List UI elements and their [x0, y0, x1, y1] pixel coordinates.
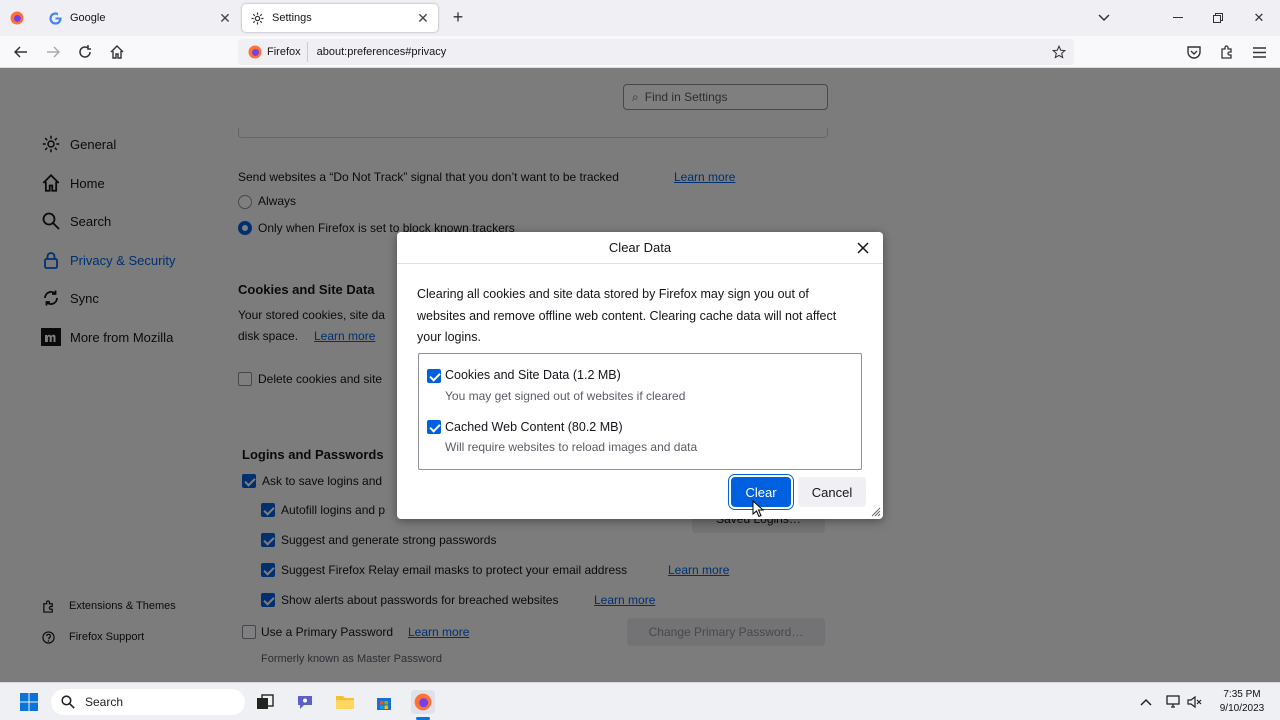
bookmark-star-icon[interactable]: [1050, 43, 1068, 61]
clock-date: 9/10/2023: [1219, 703, 1265, 714]
cached-content-checkbox[interactable]: [427, 420, 441, 434]
firefox-logo-icon: [248, 45, 262, 59]
dialog-title: Clear Data: [397, 232, 883, 264]
google-icon: [48, 11, 62, 25]
url-bar[interactable]: Firefox about:preferences#privacy: [238, 39, 1074, 65]
clear-data-dialog: Clear Data Clearing all cookies and site…: [397, 232, 883, 519]
clock-time: 7:35 PM: [1223, 689, 1261, 700]
tab-google[interactable]: Google ✕: [40, 4, 240, 32]
identity-label: Firefox: [267, 46, 301, 58]
tab-label: Google: [70, 12, 106, 24]
microsoft-store-icon[interactable]: [372, 690, 396, 714]
extensions-icon[interactable]: [1216, 42, 1238, 62]
list-all-tabs-icon[interactable]: [1093, 8, 1115, 28]
cookies-site-data-note: You may get signed out of websites if cl…: [445, 389, 686, 403]
home-icon[interactable]: [106, 42, 128, 62]
back-icon[interactable]: [10, 42, 32, 62]
menu-icon[interactable]: [1248, 42, 1270, 62]
cookies-site-data-label[interactable]: Cookies and Site Data (1.2 MB): [445, 368, 621, 382]
windows-taskbar: Search 7:35 PM 9/10/2023: [0, 682, 1280, 720]
file-explorer-icon[interactable]: [333, 690, 357, 714]
firefox-view-icon[interactable]: [8, 9, 26, 27]
resize-grip-icon[interactable]: [871, 507, 881, 517]
windows-start-icon[interactable]: [17, 690, 41, 714]
firefox-taskbar-icon[interactable]: [411, 690, 435, 714]
system-clock[interactable]: 7:35 PM 9/10/2023: [1210, 688, 1274, 716]
gear-icon: [250, 11, 264, 25]
pocket-icon[interactable]: [1183, 42, 1205, 62]
clear-options-box: Cookies and Site Data (1.2 MB) You may g…: [418, 353, 862, 470]
close-tab-icon[interactable]: ✕: [416, 10, 430, 27]
chevron-up-icon[interactable]: [1134, 690, 1158, 714]
taskbar-search-label: Search: [85, 695, 124, 709]
cached-content-label[interactable]: Cached Web Content (80.2 MB): [445, 420, 623, 434]
forward-icon[interactable]: [42, 42, 64, 62]
task-view-icon[interactable]: [253, 690, 277, 714]
taskbar-search[interactable]: Search: [51, 689, 245, 715]
close-icon[interactable]: [853, 238, 873, 258]
tab-label: Settings: [272, 12, 312, 24]
tab-strip: Google ✕ Settings ✕ + ✕: [0, 0, 1280, 36]
close-tab-icon[interactable]: ✕: [218, 10, 232, 27]
identity-box[interactable]: Firefox: [242, 42, 308, 62]
volume-muted-icon[interactable]: [1183, 690, 1207, 714]
url-text[interactable]: about:preferences#privacy: [317, 46, 447, 58]
tab-settings[interactable]: Settings ✕: [242, 4, 438, 32]
cancel-button[interactable]: Cancel: [798, 477, 866, 507]
reload-icon[interactable]: [74, 42, 96, 62]
minimize-icon[interactable]: [1167, 8, 1189, 28]
navigation-toolbar: Firefox about:preferences#privacy: [0, 36, 1280, 68]
new-tab-button[interactable]: +: [448, 8, 468, 28]
cookies-site-data-checkbox[interactable]: [427, 369, 441, 383]
close-window-icon[interactable]: ✕: [1248, 8, 1270, 28]
dialog-description: Clearing all cookies and site data store…: [417, 287, 837, 344]
cached-content-note: Will require websites to reload images a…: [445, 440, 698, 454]
search-icon: [61, 695, 75, 709]
teams-chat-icon[interactable]: [294, 690, 318, 714]
mouse-cursor-icon: [752, 499, 765, 518]
restore-icon[interactable]: [1207, 8, 1229, 28]
